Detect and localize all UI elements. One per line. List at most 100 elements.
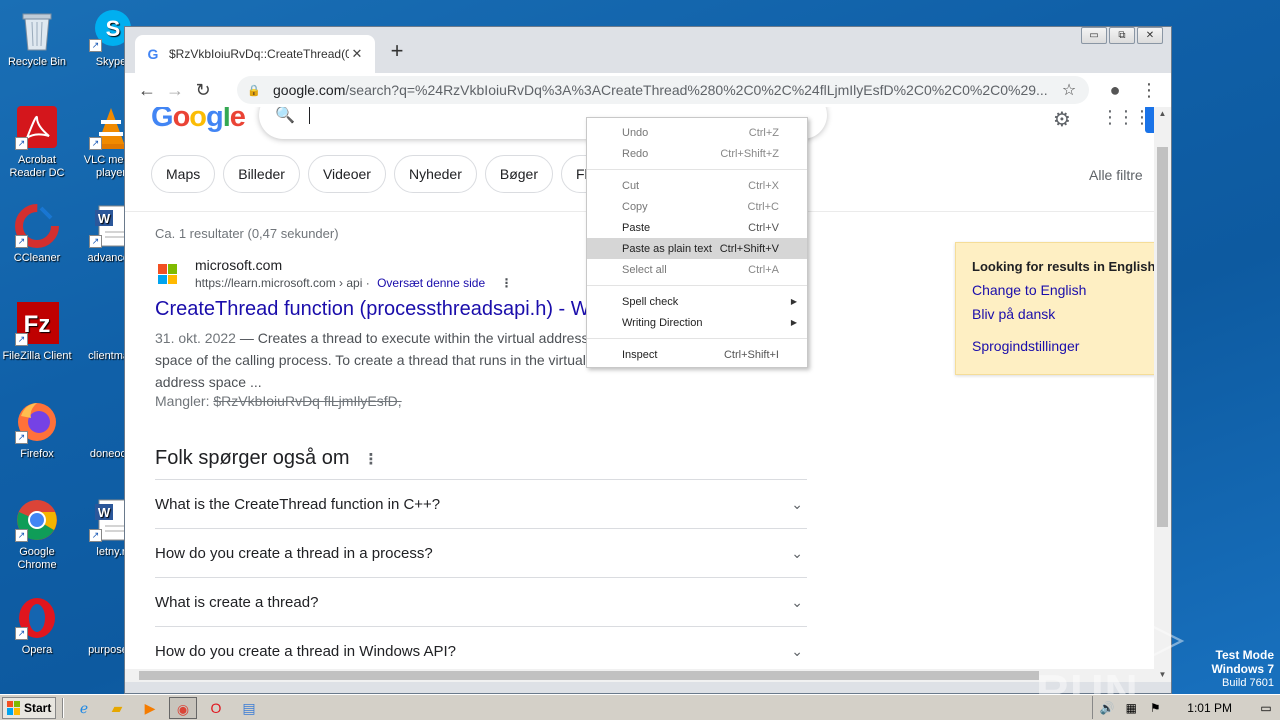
result-options-icon[interactable]: ⋮ [500, 276, 512, 290]
minimize-button[interactable]: ▭ [1081, 27, 1107, 44]
close-window-button[interactable]: ✕ [1137, 27, 1163, 44]
opera-icon: ↗ [15, 596, 59, 640]
menu-separator [587, 169, 807, 170]
horizontal-scrollbar[interactable] [125, 669, 1155, 682]
result-url: https://learn.microsoft.com › api [195, 276, 363, 290]
network-icon[interactable]: ▦ [1123, 701, 1139, 715]
all-filters-button[interactable]: Alle filtre [1089, 167, 1143, 183]
tab-title: $RzVkbIoiuRvDq::CreateThread(0,0 [169, 47, 349, 61]
result-title-link[interactable]: CreateThread function (processthreadsapi… [155, 298, 605, 321]
opera-taskbar-icon[interactable]: O [202, 697, 230, 719]
result-url-line: https://learn.microsoft.com › api · Over… [195, 276, 513, 290]
windows-flag-icon [7, 700, 21, 715]
result-snippet: 31. okt. 2022 — Creates a thread to exec… [155, 327, 595, 393]
paa-options-icon[interactable]: ⋮ [364, 451, 379, 468]
missing-terms-strikethrough: $RzVkbIoiuRvDq flLjmIlyEsfD, [213, 393, 402, 409]
bookmark-star-icon[interactable]: ☆ [1059, 80, 1079, 100]
scroll-up-icon[interactable]: ▲ [1154, 107, 1171, 121]
paa-question[interactable]: What is the CreateThread function in C++… [155, 479, 807, 528]
reload-icon[interactable]: ↻ [189, 76, 217, 104]
google-apps-icon[interactable]: ⋮⋮⋮ [1101, 107, 1151, 128]
desktop-icon-label: Google Chrome [17, 546, 57, 571]
firefox-icon: ↗ [15, 400, 59, 444]
tab-strip: G $RzVkbIoiuRvDq::CreateThread(0,0 ✕ + ▭… [125, 27, 1171, 73]
menu-item-writing-direction[interactable]: Writing Direction ▶ [587, 312, 807, 333]
taskbar-clock[interactable]: 1:01 PM [1187, 701, 1232, 715]
file-explorer-icon[interactable]: ▰ [103, 697, 131, 719]
menu-item-inspect[interactable]: Inspect Ctrl+Shift+I [587, 344, 807, 365]
taskbar: Start ℯ ▰ ▶ ◉ O ▤ 🔊 ▦ ⚑ 1:01 PM ▭ [0, 694, 1280, 720]
vscroll-thumb[interactable] [1157, 147, 1168, 527]
submenu-arrow-icon: ▶ [790, 297, 797, 306]
system-tray: 🔊 ▦ ⚑ 1:01 PM ▭ [1092, 696, 1280, 719]
vertical-scrollbar[interactable]: ▲ ▼ [1154, 107, 1171, 682]
menu-item-undo[interactable]: Undo Ctrl+Z [587, 122, 807, 143]
flag-notification-icon[interactable]: ⚑ [1147, 701, 1163, 715]
start-button[interactable]: Start [2, 696, 56, 719]
restore-button[interactable]: ⧉ [1109, 27, 1135, 44]
tab-close-icon[interactable]: ✕ [349, 46, 365, 62]
change-to-english-link[interactable]: Change to English [972, 282, 1143, 298]
translate-link[interactable]: Oversæt denne side [377, 276, 485, 290]
menu-item-cut[interactable]: Cut Ctrl+X [587, 175, 807, 196]
chip-videos[interactable]: Videoer [307, 155, 386, 193]
back-arrow-icon[interactable]: ← [133, 76, 161, 104]
url-text[interactable]: google.com/search?q=%24RzVkbIoiuRvDq%3A%… [273, 82, 1059, 98]
show-desktop-icon[interactable]: ▭ [1258, 701, 1274, 715]
chrome-menu-icon[interactable]: ⋮ [1137, 76, 1161, 104]
address-bar[interactable]: 🔒 google.com/search?q=%24RzVkbIoiuRvDq%3… [237, 76, 1089, 104]
hscroll-thumb[interactable] [139, 671, 1039, 680]
acrobat-icon: ↗ [15, 106, 59, 150]
language-settings-link[interactable]: Sprogindstillinger [972, 338, 1143, 354]
paa-question[interactable]: How do you create a thread in a process?… [155, 528, 807, 577]
browser-tab[interactable]: G $RzVkbIoiuRvDq::CreateThread(0,0 ✕ [135, 35, 375, 73]
chrome-taskbar-icon[interactable]: ◉ [169, 696, 197, 719]
desktop-icon-firefox[interactable]: ↗ Firefox [0, 400, 74, 461]
desktop-icon-ccleaner[interactable]: ↗ CCleaner [0, 204, 74, 265]
chip-maps[interactable]: Maps [151, 155, 216, 193]
google-logo[interactable]: Google [151, 107, 246, 134]
chip-news[interactable]: Nyheder [393, 155, 477, 193]
toolbar-right: ● ⋮ [1103, 76, 1161, 104]
paa-question[interactable]: How do you create a thread in Windows AP… [155, 626, 807, 675]
profile-icon[interactable]: ● [1103, 76, 1127, 104]
notepad-taskbar-icon[interactable]: ▤ [235, 697, 263, 719]
desktop-icon-recycle-bin[interactable]: Recycle Bin [0, 8, 74, 69]
result-site-name: microsoft.com [195, 257, 283, 273]
new-tab-button[interactable]: + [387, 39, 407, 65]
context-menu: Undo Ctrl+Z Redo Ctrl+Shift+Z Cut Ctrl+X Co… [586, 117, 808, 368]
menu-item-paste-plain-text[interactable]: Paste as plain text Ctrl+Shift+V [587, 238, 807, 259]
paa-question[interactable]: What is create a thread? ⌄ [155, 577, 807, 626]
test-mode-label: Test Mode Windows 7 Build 7601 [1211, 648, 1274, 689]
menu-item-spell-check[interactable]: Spell check ▶ [587, 291, 807, 312]
search-icon: 🔍 [275, 107, 295, 124]
desktop-icon-label: FileZilla Client [2, 350, 72, 362]
people-also-ask-list: What is the CreateThread function in C++… [155, 479, 807, 675]
media-player-icon[interactable]: ▶ [136, 697, 164, 719]
chip-images[interactable]: Billeder [223, 155, 300, 193]
desktop-icon-chrome[interactable]: ↗ Google Chrome [0, 498, 74, 572]
menu-item-paste[interactable]: Paste Ctrl+V [587, 217, 807, 238]
settings-gear-icon[interactable]: ⚙ [1053, 107, 1071, 132]
svg-text:W: W [98, 505, 111, 520]
stay-danish-link[interactable]: Bliv på dansk [972, 306, 1143, 322]
ccleaner-icon: ↗ [15, 204, 59, 248]
desktop-icon-label: Opera [21, 644, 53, 656]
desktop-icon-label: Recycle Bin [7, 56, 67, 68]
chevron-down-icon: ⌄ [791, 642, 803, 659]
desktop-icon-acrobat[interactable]: ↗ Acrobat Reader DC [0, 106, 74, 180]
desktop-icon-filezilla[interactable]: Fz ↗ FileZilla Client [0, 302, 74, 363]
internet-explorer-icon[interactable]: ℯ [70, 697, 98, 719]
google-favicon-icon: G [147, 46, 159, 62]
desktop-icon-opera[interactable]: ↗ Opera [0, 596, 74, 657]
chip-books[interactable]: Bøger [484, 155, 553, 193]
menu-item-copy[interactable]: Copy Ctrl+C [587, 196, 807, 217]
search-filter-chips: Maps Billeder Videoer Nyheder Bøger Flyb [151, 155, 618, 193]
menu-item-select-all[interactable]: Select all Ctrl+A [587, 259, 807, 280]
forward-arrow-icon[interactable]: → [161, 76, 189, 104]
desktop-icon-label: Acrobat Reader DC [9, 154, 65, 179]
volume-icon[interactable]: 🔊 [1099, 701, 1115, 715]
desktop-icon-label: Firefox [20, 448, 54, 460]
url-domain: google.com [273, 82, 346, 98]
menu-item-redo[interactable]: Redo Ctrl+Shift+Z [587, 143, 807, 164]
